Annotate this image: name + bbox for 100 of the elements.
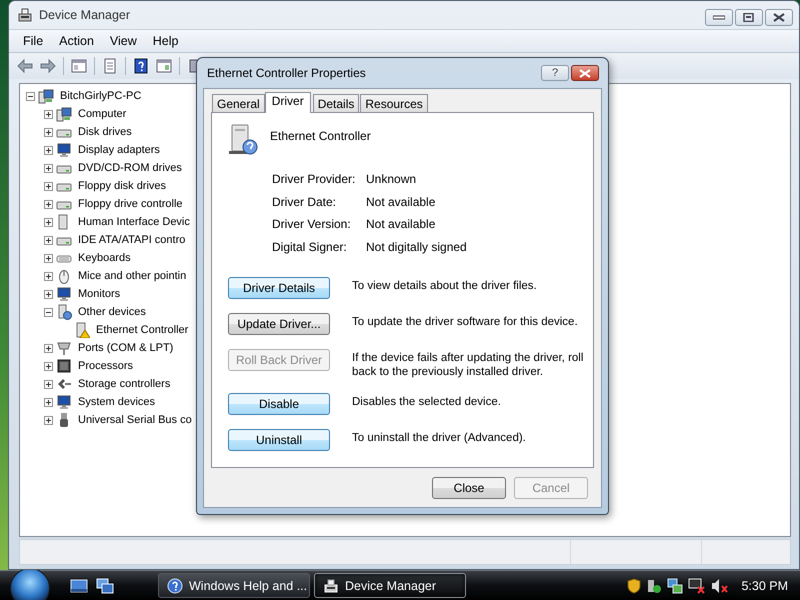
back-arrow-icon[interactable] (17, 58, 33, 74)
shield-icon[interactable] (627, 578, 642, 594)
taskbar-button[interactable]: Windows Help and ... (158, 573, 310, 598)
forward-arrow-icon[interactable] (40, 58, 56, 74)
tree-item[interactable]: Other devices (77, 306, 147, 318)
device-manager-icon (323, 578, 339, 594)
action-button[interactable]: Driver Details (228, 277, 330, 299)
expand-toggle[interactable] (44, 416, 53, 424)
expand-toggle[interactable] (44, 164, 53, 172)
close-icon (579, 68, 591, 78)
close-button[interactable]: Close (432, 477, 506, 499)
expand-toggle[interactable] (44, 218, 53, 226)
tree-item[interactable]: Processors (77, 360, 134, 372)
tab[interactable]: General (212, 94, 265, 112)
maximize-icon (743, 13, 755, 22)
tree-item[interactable]: Floppy drive controlle (77, 198, 184, 210)
expand-toggle[interactable] (44, 308, 53, 316)
tree-item[interactable]: Computer (77, 108, 128, 120)
network-error-icon[interactable] (688, 578, 706, 594)
property-value: Not digitally signed (366, 238, 468, 256)
panel-icon[interactable] (156, 58, 172, 74)
tree-item[interactable]: Universal Serial Bus co (77, 414, 193, 426)
tree-item[interactable]: Floppy disk drives (77, 180, 168, 192)
expand-toggle[interactable] (44, 344, 53, 352)
action-button[interactable]: Uninstall (228, 429, 330, 451)
property-value: Unknown (366, 171, 418, 188)
expand-toggle[interactable] (44, 290, 53, 298)
close-button[interactable] (571, 65, 599, 81)
tree-item[interactable]: DVD/CD-ROM drives (77, 162, 183, 174)
device-name: Ethernet Controller (270, 128, 371, 143)
property-label: Digital Signer: (272, 238, 348, 256)
help-icon (167, 578, 183, 594)
monitor-icon (56, 142, 72, 158)
expand-toggle[interactable] (44, 362, 53, 370)
show-desktop-icon[interactable] (70, 578, 88, 594)
minimize-button[interactable] (705, 9, 733, 26)
close-icon (773, 13, 785, 22)
expand-toggle[interactable] (44, 236, 53, 244)
action-description: To uninstall the driver (Advanced). (352, 431, 527, 446)
tree-item[interactable]: Keyboards (77, 252, 132, 264)
expand-toggle[interactable] (44, 182, 53, 190)
tree-item[interactable]: Human Interface Devic (77, 216, 191, 228)
action-button[interactable]: Update Driver... (228, 313, 330, 335)
computer-icon (56, 106, 72, 122)
action-description: If the device fails after updating the driver, roll back to the previously installed driver. (352, 351, 584, 379)
tree-item[interactable]: BitchGirlyPC-PC (59, 90, 142, 102)
port-icon (56, 340, 72, 356)
expand-toggle[interactable] (26, 92, 35, 100)
property-label: Driver Date: (272, 194, 338, 210)
property-value: Not available (366, 216, 436, 233)
tab[interactable]: Details (312, 94, 360, 112)
device-check-icon[interactable] (646, 578, 662, 594)
action-description: Disables the selected device. (352, 395, 502, 410)
expand-toggle[interactable] (44, 380, 53, 388)
properties-icon[interactable] (102, 58, 118, 74)
tab[interactable]: Driver (264, 92, 311, 113)
tree-item[interactable]: Display adapters (77, 144, 161, 156)
tree-item[interactable]: System devices (77, 396, 156, 408)
muted-speaker-icon[interactable] (711, 578, 730, 594)
menu-item[interactable]: Action (51, 33, 102, 49)
mouse-icon (56, 268, 72, 284)
property-value: Not available (366, 194, 436, 210)
expand-toggle[interactable] (44, 146, 53, 154)
unknown-device-icon (226, 123, 258, 157)
tree-item[interactable]: Ethernet Controller (95, 324, 190, 336)
maximize-button[interactable] (735, 9, 763, 26)
expand-toggle[interactable] (44, 254, 53, 262)
tree-item[interactable]: Monitors (77, 288, 122, 300)
expand-toggle[interactable] (44, 200, 53, 208)
clock[interactable]: 5:30 PM (741, 578, 788, 592)
unknown-device-icon (56, 304, 72, 320)
tab[interactable]: Resources (360, 94, 428, 112)
help-icon[interactable] (133, 58, 149, 74)
taskbar-button[interactable]: Device Manager (314, 573, 466, 598)
property-label: Driver Provider: (272, 171, 356, 188)
monitor-icon (56, 286, 72, 302)
network-icon[interactable] (667, 578, 684, 594)
property-label: Driver Version: (272, 216, 352, 233)
expand-toggle[interactable] (44, 110, 53, 118)
computer-icon (38, 88, 54, 104)
chip-icon (56, 358, 72, 374)
window-title: Device Manager (39, 8, 130, 22)
menu-item[interactable]: View (102, 33, 145, 49)
tree-item[interactable]: Ports (COM & LPT) (77, 342, 174, 354)
switch-windows-icon[interactable] (96, 578, 114, 594)
expand-toggle[interactable] (44, 398, 53, 406)
action-button[interactable]: Disable (228, 393, 330, 415)
action-description: To view details about the driver files. (352, 279, 538, 294)
panel-icon[interactable] (71, 58, 87, 74)
tree-item[interactable]: IDE ATA/ATAPI contro (77, 234, 186, 246)
tree-item[interactable]: Mice and other pointin (77, 270, 188, 282)
expand-toggle[interactable] (44, 272, 53, 280)
close-button[interactable] (765, 9, 793, 26)
tree-item[interactable]: Storage controllers (77, 378, 172, 390)
expand-toggle[interactable] (44, 128, 53, 136)
start-button[interactable] (10, 568, 50, 600)
menu-item[interactable]: Help (144, 33, 186, 49)
menu-item[interactable]: File (15, 33, 52, 49)
tree-item[interactable]: Disk drives (77, 126, 133, 138)
help-button[interactable]: ? (541, 65, 569, 81)
